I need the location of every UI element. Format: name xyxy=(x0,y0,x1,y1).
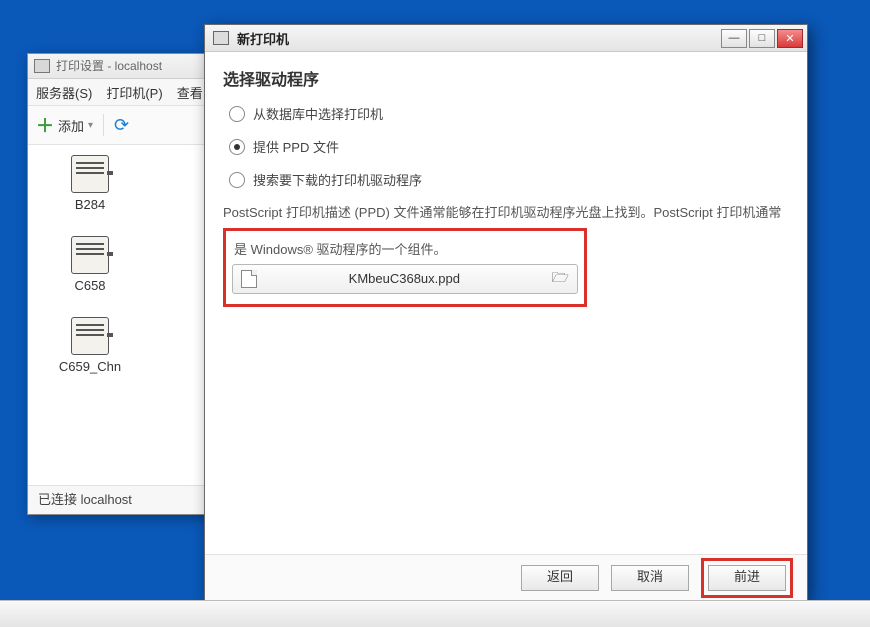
printer-item[interactable]: B284 xyxy=(40,155,140,212)
radio-label: 提供 PPD 文件 xyxy=(253,137,339,156)
file-icon xyxy=(241,270,257,288)
printer-item[interactable]: C659_Chn xyxy=(40,317,140,374)
printer-icon xyxy=(34,59,50,73)
bg-status-text: 已连接 localhost xyxy=(38,492,132,507)
printer-name: B284 xyxy=(40,197,140,212)
dlg-content: 选择驱动程序 从数据库中选择打印机 提供 PPD 文件 搜索要下载的打印机驱动程… xyxy=(205,52,807,554)
plus-icon: ＋ xyxy=(36,112,54,138)
radio-label: 从数据库中选择打印机 xyxy=(253,104,383,123)
annotation-highlight-forward: 前进 xyxy=(701,558,793,598)
printer-item[interactable]: C658 xyxy=(40,236,140,293)
printer-device-icon xyxy=(71,236,109,274)
printer-device-icon xyxy=(71,155,109,193)
add-label: 添加 xyxy=(58,116,84,135)
cancel-button[interactable]: 取消 xyxy=(611,565,689,591)
printer-name: C659_Chn xyxy=(40,359,140,374)
printer-name: C658 xyxy=(40,278,140,293)
radio-search-driver[interactable]: 搜索要下载的打印机驱动程序 xyxy=(229,170,789,189)
minimize-button[interactable]: — xyxy=(721,29,747,48)
forward-button[interactable]: 前进 xyxy=(708,565,786,591)
bg-window-title: 打印设置 - localhost xyxy=(56,54,162,78)
ppd-description-line2: 是 Windows® 驱动程序的一个组件。 xyxy=(234,239,578,258)
refresh-icon[interactable]: ⟳ xyxy=(114,115,129,136)
back-button[interactable]: 返回 xyxy=(521,565,599,591)
radio-icon xyxy=(229,106,245,122)
menu-server[interactable]: 服务器(S) xyxy=(36,83,92,102)
ppd-description-line1: PostScript 打印机描述 (PPD) 文件通常能够在打印机驱动程序光盘上… xyxy=(223,203,789,224)
menu-view[interactable]: 查看 xyxy=(177,83,203,102)
new-printer-dialog: 新打印机 — □ ✕ 选择驱动程序 从数据库中选择打印机 提供 PPD 文件 搜… xyxy=(204,24,808,602)
radio-icon xyxy=(229,139,245,155)
ppd-file-name: KMbeuC368ux.ppd xyxy=(265,271,544,286)
window-controls: — □ ✕ xyxy=(721,29,803,48)
ppd-file-chooser[interactable]: KMbeuC368ux.ppd 🗁 xyxy=(232,264,578,294)
menu-printer[interactable]: 打印机(P) xyxy=(106,83,162,102)
dlg-titlebar: 新打印机 — □ ✕ xyxy=(205,25,807,52)
add-printer-button[interactable]: ＋ 添加 ▾ xyxy=(36,112,93,138)
maximize-button[interactable]: □ xyxy=(749,29,775,48)
taskbar xyxy=(0,600,870,627)
printer-device-icon xyxy=(71,317,109,355)
dlg-heading: 选择驱动程序 xyxy=(223,66,789,90)
radio-select-from-db[interactable]: 从数据库中选择打印机 xyxy=(229,104,789,123)
printer-icon xyxy=(213,31,229,45)
radio-icon xyxy=(229,172,245,188)
radio-label: 搜索要下载的打印机驱动程序 xyxy=(253,170,422,189)
dlg-button-row: 返回 取消 前进 xyxy=(205,554,807,601)
annotation-highlight-ppd: 是 Windows® 驱动程序的一个组件。 KMbeuC368ux.ppd 🗁 xyxy=(223,228,587,307)
close-button[interactable]: ✕ xyxy=(777,29,803,48)
radio-provide-ppd[interactable]: 提供 PPD 文件 xyxy=(229,137,789,156)
dlg-title: 新打印机 xyxy=(237,29,289,48)
chevron-down-icon: ▾ xyxy=(88,120,93,131)
toolbar-separator xyxy=(103,114,104,136)
open-folder-icon: 🗁 xyxy=(552,267,569,291)
